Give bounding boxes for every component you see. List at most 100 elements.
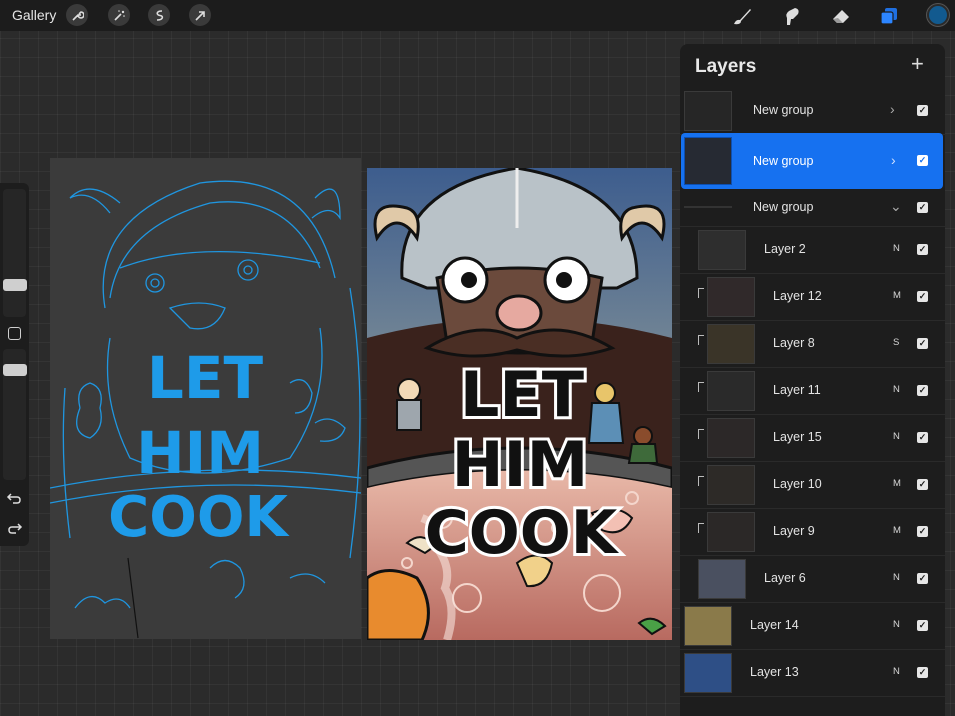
layer-visibility-checkbox[interactable]: ✓: [917, 338, 928, 349]
layer-visibility-checkbox[interactable]: ✓: [917, 432, 928, 443]
layer-name: New group: [753, 154, 814, 168]
clipping-mask-icon: [698, 288, 704, 298]
layer-name: Layer 10: [773, 477, 822, 491]
layer-name: Layer 9: [773, 524, 815, 538]
layer-row-group-3[interactable]: New group ⌄ ✓: [680, 189, 945, 227]
layer-thumbnail: [707, 465, 755, 505]
layer-row-layer-9[interactable]: Layer 9 M ✓: [680, 509, 945, 556]
layer-visibility-checkbox[interactable]: ✓: [917, 573, 928, 584]
layer-visibility-checkbox[interactable]: ✓: [917, 526, 928, 537]
layers-title: Layers: [695, 56, 757, 77]
gallery-button[interactable]: Gallery: [12, 7, 56, 23]
layer-row-layer-8[interactable]: Layer 8 S ✓: [680, 321, 945, 368]
group-collapse-bar: [684, 206, 732, 208]
selection-icon[interactable]: [148, 4, 170, 26]
redo-arrow-icon[interactable]: [6, 520, 23, 537]
layer-row-group-1[interactable]: New group › ✓: [680, 88, 945, 135]
eraser-icon[interactable]: [828, 3, 854, 29]
layer-visibility-checkbox[interactable]: ✓: [917, 667, 928, 678]
layer-row-layer-15[interactable]: Layer 15 N ✓: [680, 415, 945, 462]
layer-thumbnail: [707, 324, 755, 364]
blend-mode-label[interactable]: N: [893, 243, 900, 254]
layer-name: Layer 14: [750, 618, 799, 632]
layer-thumbnail: [698, 559, 746, 599]
layer-thumbnail: [684, 91, 732, 131]
layer-visibility-checkbox[interactable]: ✓: [917, 291, 928, 302]
color-picker-button[interactable]: [927, 4, 949, 26]
chevron-right-icon[interactable]: ›: [891, 152, 896, 168]
clipping-mask-icon: [698, 523, 704, 533]
layer-thumbnail: [707, 277, 755, 317]
brush-size-slider[interactable]: [3, 189, 26, 317]
layer-thumbnail: [707, 512, 755, 552]
chevron-down-icon[interactable]: ⌄: [890, 198, 902, 215]
layer-thumbnail: [684, 653, 732, 693]
add-layer-button[interactable]: +: [911, 53, 924, 75]
layer-thumbnail: [698, 230, 746, 270]
brush-icon[interactable]: [729, 3, 755, 29]
layer-name: New group: [753, 103, 814, 117]
layer-visibility-checkbox[interactable]: ✓: [917, 244, 928, 255]
blend-mode-label[interactable]: N: [893, 572, 900, 583]
sketch-line-3: COOK: [108, 485, 290, 550]
layer-name: Layer 11: [773, 383, 821, 397]
layer-name: New group: [753, 200, 814, 214]
layer-name: Layer 6: [764, 571, 806, 585]
layer-visibility-checkbox[interactable]: ✓: [917, 385, 928, 396]
blend-mode-label[interactable]: M: [893, 525, 901, 536]
undo-arrow-icon[interactable]: [6, 490, 23, 507]
layer-name: Layer 13: [750, 665, 799, 679]
wrench-icon[interactable]: [66, 4, 88, 26]
layer-name: Layer 12: [773, 289, 822, 303]
clipping-mask-icon: [698, 476, 704, 486]
layer-thumbnail: [707, 371, 755, 411]
layer-thumbnail: [684, 606, 732, 646]
layer-visibility-checkbox[interactable]: ✓: [917, 479, 928, 490]
sketch-canvas[interactable]: LET HIM COOK: [49, 158, 362, 639]
blend-mode-label[interactable]: N: [893, 384, 900, 395]
opacity-handle[interactable]: [3, 364, 27, 376]
layer-thumbnail: [707, 418, 755, 458]
layer-row-layer-2[interactable]: Layer 2 N ✓: [680, 227, 945, 274]
sketch-line-2: HIM: [136, 419, 264, 487]
layer-name: Layer 15: [773, 430, 822, 444]
chevron-right-icon[interactable]: ›: [890, 101, 895, 117]
clipping-mask-icon: [698, 382, 704, 392]
artwork-drawing: LET HIM COOK: [367, 168, 672, 640]
layer-row-layer-12[interactable]: Layer 12 M ✓: [680, 274, 945, 321]
clipping-mask-icon: [698, 335, 704, 345]
modify-button[interactable]: [8, 327, 21, 340]
brush-size-handle[interactable]: [3, 279, 27, 291]
layer-name: Layer 2: [764, 242, 806, 256]
artwork-canvas[interactable]: LET HIM COOK: [367, 168, 672, 640]
top-toolbar: Gallery: [0, 0, 955, 31]
layer-row-layer-14[interactable]: Layer 14 N ✓: [680, 603, 945, 650]
layer-visibility-checkbox[interactable]: ✓: [917, 155, 928, 166]
magic-wand-icon[interactable]: [108, 4, 130, 26]
blend-mode-label[interactable]: M: [893, 478, 901, 489]
layer-row-layer-10[interactable]: Layer 10 M ✓: [680, 462, 945, 509]
layer-row-layer-6[interactable]: Layer 6 N ✓: [680, 556, 945, 603]
blend-mode-label[interactable]: M: [893, 290, 901, 301]
layer-visibility-checkbox[interactable]: ✓: [917, 620, 928, 631]
sketch-line-1: LET: [147, 344, 264, 412]
smudge-icon[interactable]: [779, 3, 805, 29]
left-sidebar: [0, 183, 29, 546]
layer-row-group-2-selected[interactable]: New group › ✓: [681, 133, 943, 189]
artwork-line-3: COOK: [425, 498, 620, 568]
blend-mode-label[interactable]: N: [893, 666, 900, 677]
clipping-mask-icon: [698, 429, 704, 439]
layer-row-layer-11[interactable]: Layer 11 N ✓: [680, 368, 945, 415]
layer-row-layer-13[interactable]: Layer 13 N ✓: [680, 650, 945, 697]
sketch-drawing: LET HIM COOK: [49, 180, 362, 639]
layer-name: Layer 8: [773, 336, 815, 350]
artwork-line-1: LET: [460, 358, 584, 431]
blend-mode-label[interactable]: N: [893, 619, 900, 630]
layer-thumbnail: [684, 137, 732, 185]
blend-mode-label[interactable]: S: [893, 337, 899, 348]
layers-icon[interactable]: [876, 3, 902, 29]
blend-mode-label[interactable]: N: [893, 431, 900, 442]
layer-visibility-checkbox[interactable]: ✓: [917, 202, 928, 213]
transform-arrow-icon[interactable]: [189, 4, 211, 26]
layer-visibility-checkbox[interactable]: ✓: [917, 105, 928, 116]
